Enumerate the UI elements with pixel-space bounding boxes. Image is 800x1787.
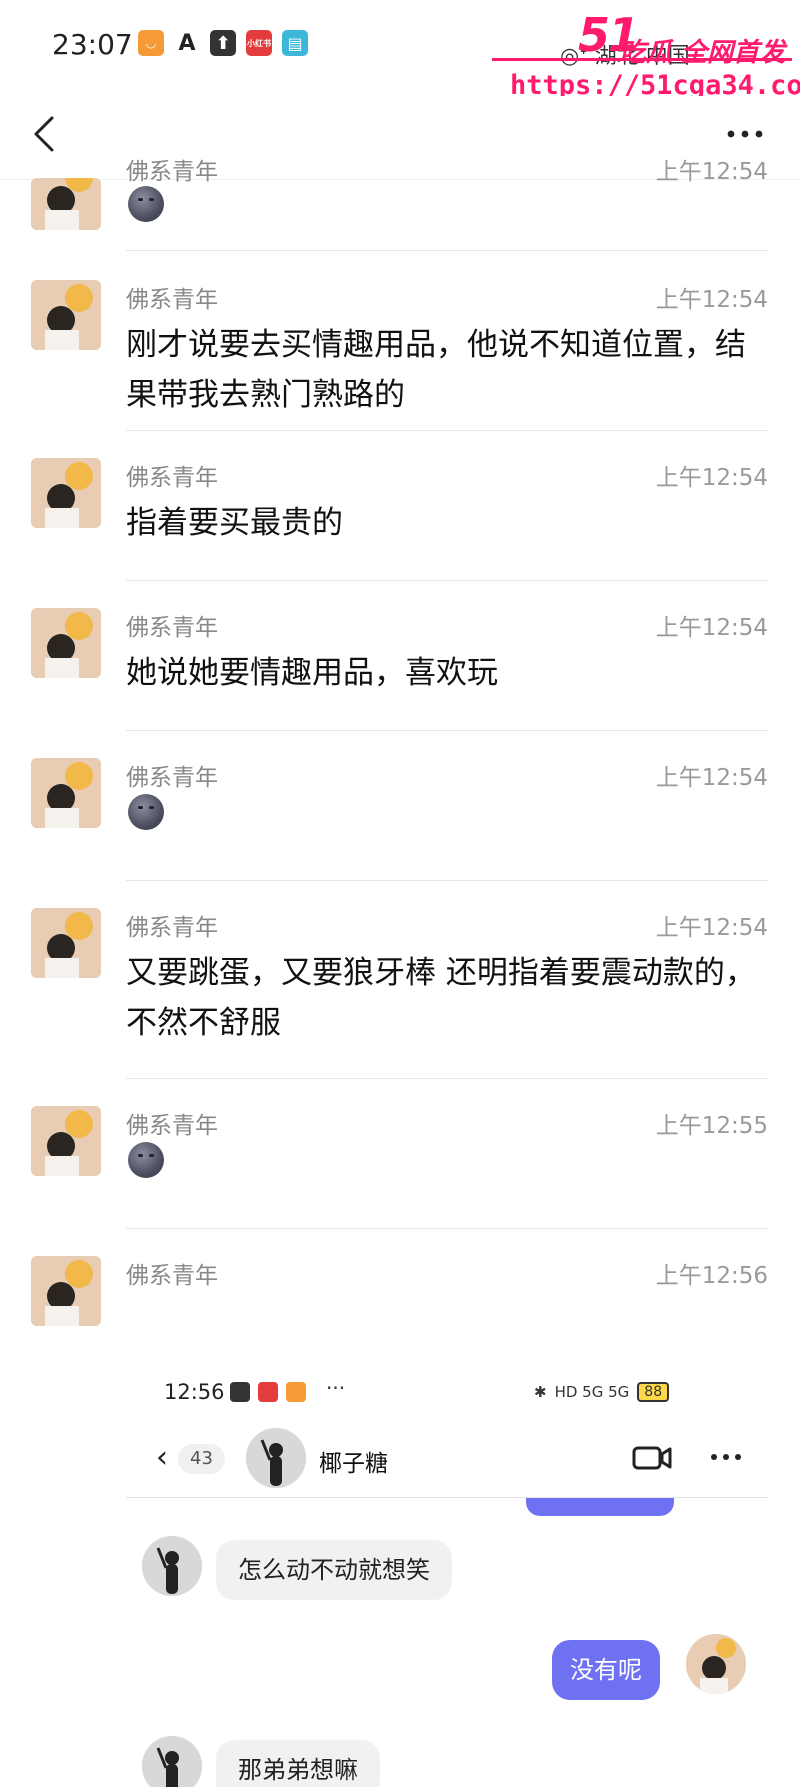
inner-bubble-left: 怎么动不动就想笑 [216, 1540, 452, 1600]
watermark-title: 吃瓜 全网首发 [620, 38, 786, 68]
message-divider [126, 730, 768, 731]
sender-name: 佛系青年 [126, 615, 218, 641]
contact-avatar [142, 1536, 202, 1596]
inner-app-icon [230, 1382, 250, 1402]
message-text: 刚才说要去买情趣用品，他说不知道位置，结果带我去熟门熟路的 [126, 327, 746, 413]
sender-avatar[interactable] [31, 280, 101, 350]
sender-avatar[interactable] [31, 178, 101, 230]
contact-avatar [142, 1736, 202, 1787]
inner-more-dots: ··· [326, 1376, 346, 1400]
inner-chat-header: ‹ 43 椰子糖 [126, 1418, 768, 1498]
inner-more-icon [711, 1454, 741, 1460]
font-a-icon: A [174, 30, 200, 56]
inner-bubble-right: 没有呢 [552, 1640, 660, 1700]
sender-avatar[interactable] [31, 608, 101, 678]
sender-avatar[interactable] [31, 908, 101, 978]
sender-name: 佛系青年 [126, 465, 218, 491]
sender-name: 佛系青年 [126, 1113, 218, 1139]
sender-avatar[interactable] [31, 1106, 101, 1176]
message-divider [126, 250, 768, 251]
contact-avatar [246, 1428, 306, 1488]
status-app-icons: ◡ A ⬆ 小红书 ▤ [138, 30, 308, 56]
video-call-icon [632, 1446, 672, 1470]
message-time: 上午12:54 [655, 765, 768, 791]
message-divider [126, 1228, 768, 1229]
message-time: 上午12:54 [655, 287, 768, 313]
xiaohongshu-icon [258, 1382, 278, 1402]
moon-face-emoji-icon [128, 1142, 164, 1178]
sender-avatar[interactable] [31, 458, 101, 528]
message-text: 又要跳蛋，又要狼牙棒 还明指着要震动款的，不然不舒服 [126, 955, 756, 1041]
message-divider [126, 430, 768, 431]
sender-name: 佛系青年 [126, 1263, 218, 1289]
sender-name: 佛系青年 [126, 287, 218, 313]
inner-status-bar: 12:56 ··· ✱ HD 5G 5G 88 [126, 1368, 768, 1418]
inner-cutoff-bubble [526, 1498, 674, 1516]
contact-name: 椰子糖 [319, 1451, 388, 1477]
message-time: 上午12:54 [655, 915, 768, 941]
message-time: 上午12:54 [655, 615, 768, 641]
moon-face-emoji-icon [128, 186, 164, 222]
sender-avatar[interactable] [31, 758, 101, 828]
message-divider [126, 580, 768, 581]
upload-icon: ⬆ [210, 30, 236, 56]
network-text: HD 5G 5G [554, 1383, 630, 1401]
message-time: 上午12:54 [655, 159, 768, 185]
watermark-line [492, 58, 792, 61]
taobao-icon [286, 1382, 306, 1402]
inner-bubble-left: 那弟弟想嘛 [216, 1740, 380, 1787]
inner-status-time: 12:56 [164, 1380, 225, 1404]
book-icon: ▤ [282, 30, 308, 56]
message-time: 上午12:56 [655, 1263, 768, 1289]
more-options-icon[interactable] [720, 112, 770, 156]
sender-name: 佛系青年 [126, 159, 218, 185]
moon-face-emoji-icon [128, 794, 164, 830]
message-divider [126, 880, 768, 881]
message-text: 指着要买最贵的 [126, 505, 343, 541]
sender-avatar[interactable] [31, 1256, 101, 1326]
self-avatar [686, 1634, 746, 1694]
bluetooth-icon: ✱ [534, 1383, 547, 1401]
message-text: 她说她要情趣用品，喜欢玩 [126, 655, 498, 691]
message-divider [126, 1078, 768, 1079]
taobao-icon: ◡ [138, 30, 164, 56]
message-time: 上午12:55 [655, 1113, 768, 1139]
sender-name: 佛系青年 [126, 915, 218, 941]
status-time: 23:07 [52, 28, 133, 61]
back-arrow-icon[interactable] [26, 112, 70, 156]
battery-icon: 88 [637, 1382, 670, 1402]
sender-name: 佛系青年 [126, 765, 218, 791]
xiaohongshu-icon: 小红书 [246, 30, 272, 56]
unread-count-badge: 43 [178, 1444, 225, 1474]
inner-back-arrow-icon: ‹ [156, 1440, 168, 1475]
inner-status-right: ✱ HD 5G 5G 88 [534, 1382, 670, 1402]
inner-app-icons [230, 1382, 306, 1402]
message-time: 上午12:54 [655, 465, 768, 491]
message-image-screenshot[interactable]: 12:56 ··· ✱ HD 5G 5G 88 ‹ 43 椰子糖 怎么动不动就想… [126, 1368, 768, 1787]
